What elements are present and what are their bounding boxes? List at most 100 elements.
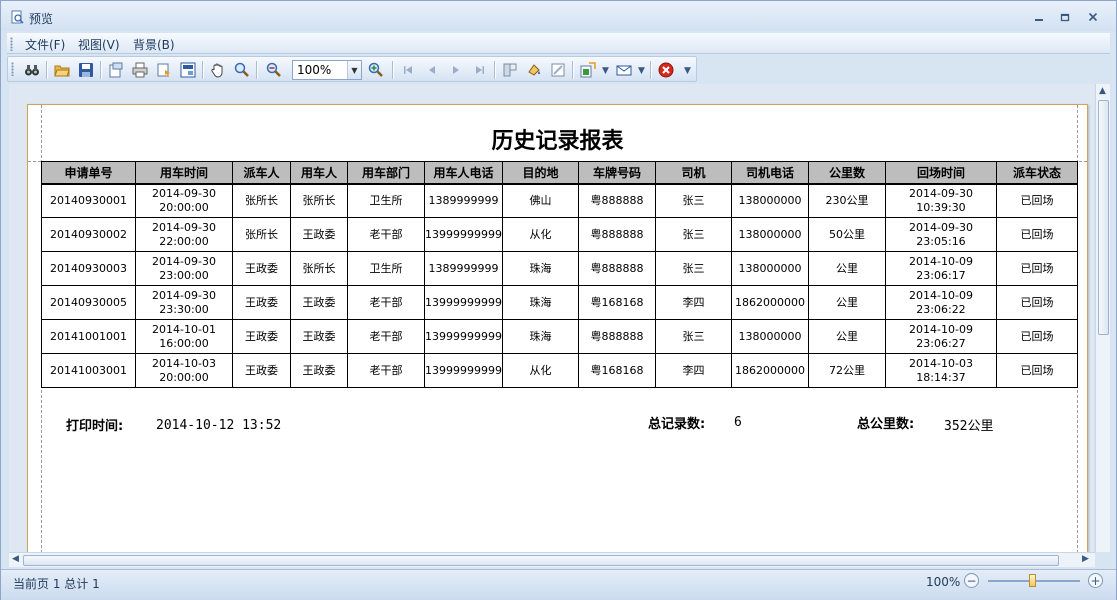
cell-request-no: 20140930005 <box>41 285 136 320</box>
total-records-label: 总记录数: <box>648 417 706 432</box>
cell-driver-phone: 1862000000 <box>730 353 809 388</box>
cell-dispatch-status: 已回场 <box>995 319 1078 354</box>
first-page-icon[interactable] <box>398 60 418 80</box>
quick-print-icon[interactable] <box>154 60 174 80</box>
close-preview-icon[interactable] <box>656 60 676 80</box>
report-page: 历史记录报表 申请单号 用车时间 派车人 用车人 用车部门 用车人电话 目的地 … <box>27 104 1088 552</box>
export-page-icon[interactable] <box>178 60 198 80</box>
total-km-value: 352公里 <box>944 419 994 434</box>
cell-department: 老干部 <box>347 319 425 354</box>
scroll-right-icon[interactable]: ▶ <box>1082 554 1089 564</box>
email-dropdown-icon[interactable]: ▼ <box>638 66 645 76</box>
zoom-out-icon[interactable] <box>264 60 284 80</box>
restore-icon[interactable] <box>1055 9 1075 25</box>
column-header: 车牌号码 <box>577 161 656 184</box>
toolbar-options-icon[interactable]: ▼ <box>684 66 691 76</box>
print-icon[interactable] <box>130 60 150 80</box>
cell-request-no: 20141001001 <box>41 319 136 354</box>
cell-plate-no: 粤888888 <box>577 251 656 286</box>
cell-request-no: 20141003001 <box>41 353 136 388</box>
vertical-scroll-thumb[interactable] <box>1098 100 1109 335</box>
magnifier-icon[interactable] <box>232 60 252 80</box>
zoom-in-icon[interactable] <box>366 60 386 80</box>
total-records-value: 6 <box>734 415 742 430</box>
cell-use-time: 2014-09-30 23:00:00 <box>135 251 233 286</box>
cell-request-no: 20140930001 <box>41 182 136 218</box>
page-setup-icon[interactable] <box>106 60 126 80</box>
toolbar-separator <box>256 61 257 79</box>
toolbar-separator <box>650 61 651 79</box>
chevron-down-icon[interactable]: ▼ <box>347 61 361 79</box>
cell-return-time: 2014-10-09 23:06:27 <box>884 319 997 354</box>
cell-dispatch-status: 已回场 <box>995 353 1078 388</box>
email-icon[interactable] <box>614 60 634 80</box>
zoom-value: 100% <box>297 63 332 77</box>
cell-user: 张所长 <box>290 251 348 286</box>
horizontal-scroll-thumb[interactable] <box>23 555 1059 566</box>
toolbar-separator <box>202 61 203 79</box>
cell-destination: 从化 <box>501 217 579 252</box>
table-header-row: 申请单号 用车时间 派车人 用车人 用车部门 用车人电话 目的地 车牌号码 司机… <box>41 161 1078 184</box>
watermark-icon[interactable] <box>548 60 568 80</box>
find-icon[interactable] <box>22 60 42 80</box>
last-page-icon[interactable] <box>470 60 490 80</box>
previous-page-icon[interactable] <box>422 60 442 80</box>
close-window-icon[interactable] <box>1083 9 1103 25</box>
save-icon[interactable] <box>76 60 96 80</box>
open-icon[interactable] <box>52 60 72 80</box>
cell-dispatcher: 王政委 <box>232 285 291 320</box>
print-time-value: 2014-10-12 13:52 <box>156 418 282 433</box>
menu-file[interactable]: 文件(F) <box>25 36 65 53</box>
cell-return-time: 2014-10-09 23:06:17 <box>884 251 997 286</box>
column-header: 用车人电话 <box>424 161 503 184</box>
table-row: 20140930002 2014-09-30 22:00:00 张所长 王政委 老干部 13… <box>41 217 1078 252</box>
cell-driver-phone: 138000000 <box>730 251 809 286</box>
background-color-icon[interactable] <box>524 60 544 80</box>
cell-driver: 李四 <box>654 285 732 320</box>
cell-driver: 李四 <box>654 353 732 388</box>
toolbar-grip[interactable] <box>11 62 14 76</box>
scroll-up-icon[interactable]: ▲ <box>1099 86 1106 96</box>
zoom-combobox[interactable]: 100% ▼ <box>292 60 362 80</box>
preview-window: 预览 文件(F) 视图(V) 背景(B) 100% ▼ ▼ ▼ ▼ 历史记录报表… <box>0 0 1117 600</box>
menu-grip[interactable] <box>10 37 13 51</box>
cell-destination: 珠海 <box>501 285 579 320</box>
horizontal-scrollbar[interactable]: ◀ ▶ <box>9 552 1095 567</box>
preview-viewport[interactable]: 历史记录报表 申请单号 用车时间 派车人 用车人 用车部门 用车人电话 目的地 … <box>9 84 1094 552</box>
hand-tool-icon[interactable] <box>208 60 228 80</box>
menu-view[interactable]: 视图(V) <box>78 36 120 53</box>
column-header: 派车状态 <box>995 161 1078 184</box>
cell-mileage: 72公里 <box>807 353 886 388</box>
cell-user-phone: 13999999999 <box>424 217 503 252</box>
cell-user-phone: 1389999999 <box>424 182 503 218</box>
export-dropdown-icon[interactable]: ▼ <box>602 66 609 76</box>
cell-user: 王政委 <box>290 217 348 252</box>
zoom-out-button[interactable]: − <box>964 573 979 588</box>
cell-destination: 佛山 <box>501 182 579 218</box>
zoom-in-button[interactable]: + <box>1088 573 1103 588</box>
cell-use-time: 2014-10-03 20:00:00 <box>135 353 233 388</box>
column-header: 用车部门 <box>347 161 425 184</box>
window-title: 预览 <box>29 12 54 26</box>
multi-page-icon[interactable] <box>500 60 520 80</box>
cell-return-time: 2014-10-03 18:14:37 <box>884 353 997 388</box>
next-page-icon[interactable] <box>446 60 466 80</box>
report-table: 申请单号 用车时间 派车人 用车人 用车部门 用车人电话 目的地 车牌号码 司机… <box>41 161 1078 388</box>
cell-driver-phone: 138000000 <box>730 182 809 218</box>
menu-background[interactable]: 背景(B) <box>133 36 175 53</box>
scroll-left-icon[interactable]: ◀ <box>12 554 19 564</box>
cell-dispatch-status: 已回场 <box>995 251 1078 286</box>
minimize-icon[interactable] <box>1029 9 1049 25</box>
cell-driver: 张三 <box>654 319 732 354</box>
preview-app-icon <box>10 10 24 24</box>
cell-destination: 从化 <box>501 353 579 388</box>
cell-return-time: 2014-10-09 23:06:22 <box>884 285 997 320</box>
zoom-slider-thumb[interactable] <box>1029 574 1036 587</box>
cell-user: 王政委 <box>290 353 348 388</box>
cell-user-phone: 13999999999 <box>424 285 503 320</box>
cell-dispatcher: 张所长 <box>232 217 291 252</box>
total-km-label: 总公里数: <box>857 417 915 432</box>
vertical-scrollbar[interactable]: ▲ <box>1095 84 1110 552</box>
export-icon[interactable] <box>578 60 598 80</box>
cell-department: 卫生所 <box>347 251 425 286</box>
